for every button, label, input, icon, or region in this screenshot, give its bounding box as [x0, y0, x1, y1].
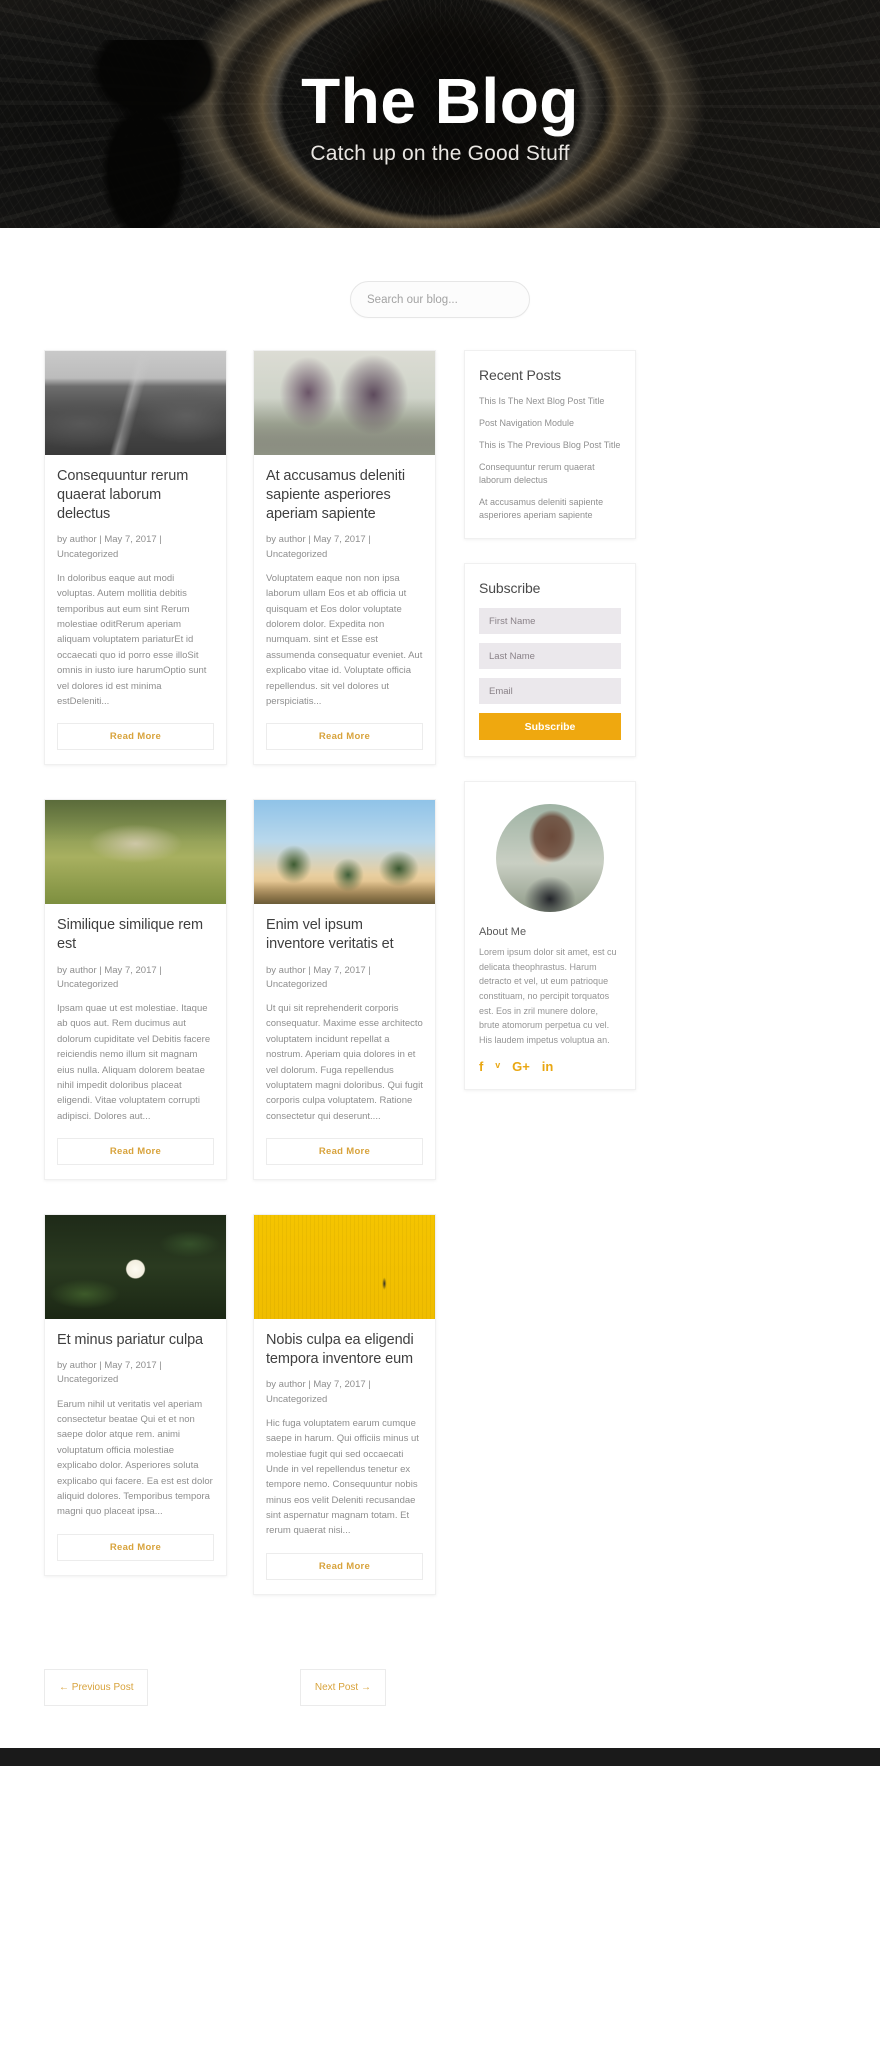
- post-card[interactable]: Nobis culpa ea eligendi tempora inventor…: [253, 1214, 436, 1595]
- widget-subscribe: Subscribe Subscribe: [464, 563, 636, 758]
- email-field[interactable]: [479, 678, 621, 705]
- post-navigation: ← Previous Post Next Post →: [0, 1629, 430, 1706]
- hero-banner: The Blog Catch up on the Good Stuff: [0, 0, 880, 228]
- post-thumbnail-palm-trees: [254, 800, 435, 905]
- post-excerpt: Hic fuga voluptatem earum cumque saepe i…: [266, 1417, 419, 1537]
- read-more-button[interactable]: Read More: [266, 1552, 423, 1580]
- first-name-field[interactable]: [479, 608, 621, 635]
- post-card[interactable]: Consequuntur rerum quaerat laborum delec…: [44, 350, 227, 766]
- post-card[interactable]: Et minus pariatur culpa by author | May …: [44, 1214, 227, 1576]
- google-plus-icon[interactable]: G+: [512, 1060, 530, 1073]
- read-more-button[interactable]: Read More: [266, 723, 423, 751]
- previous-post-button[interactable]: ← Previous Post: [44, 1668, 149, 1706]
- post-meta: by author | May 7, 2017 | Uncategorized: [57, 1360, 162, 1386]
- about-title: About Me: [479, 926, 527, 939]
- post-meta: by author | May 7, 2017 | Uncategorized: [266, 1379, 371, 1405]
- page-title: The Blog: [301, 65, 579, 138]
- social-links: f ᵛ G+ in: [479, 1060, 621, 1073]
- recent-post-link[interactable]: At accusamus deleniti sapiente asperiore…: [479, 496, 621, 522]
- widget-title: Subscribe: [479, 580, 541, 597]
- read-more-button[interactable]: Read More: [57, 723, 214, 751]
- search-input[interactable]: [367, 293, 513, 306]
- main-content: Consequuntur rerum quaerat laborum delec…: [0, 318, 880, 1629]
- subscribe-button[interactable]: Subscribe: [479, 713, 621, 741]
- post-title[interactable]: Similique similique rem est: [57, 916, 214, 954]
- widget-recent-posts: Recent Posts This Is The Next Blog Post …: [464, 350, 636, 540]
- post-meta: by author | May 7, 2017 | Uncategorized: [57, 964, 162, 990]
- post-thumbnail-wooden-dock: [45, 800, 226, 905]
- search-box[interactable]: [350, 281, 530, 318]
- post-meta: by author | May 7, 2017 | Uncategorized: [266, 964, 371, 990]
- read-more-button[interactable]: Read More: [57, 1138, 214, 1165]
- post-title[interactable]: Consequuntur rerum quaerat laborum delec…: [57, 467, 214, 524]
- post-thumbnail-mountain-path: [45, 351, 226, 455]
- post-thumbnail-yellow-wall: [254, 1215, 435, 1319]
- page-subtitle: Catch up on the Good Stuff: [310, 141, 570, 165]
- post-meta: by author | May 7, 2017 | Uncategorized: [57, 534, 162, 560]
- twitter-icon[interactable]: ᵛ: [495, 1060, 500, 1073]
- post-card[interactable]: At accusamus deleniti sapiente asperiore…: [253, 350, 436, 766]
- recent-post-link[interactable]: Consequuntur rerum quaerat laborum delec…: [479, 461, 621, 487]
- last-name-field[interactable]: [479, 643, 621, 670]
- post-excerpt: Voluptatem eaque non non ipsa laborum ul…: [266, 572, 423, 707]
- recent-post-link[interactable]: This is The Previous Blog Post Title: [479, 439, 621, 452]
- search-section: [0, 228, 880, 318]
- sidebar: Recent Posts This Is The Next Blog Post …: [464, 350, 636, 1091]
- avatar: [496, 804, 604, 913]
- widget-title: Recent Posts: [479, 367, 562, 383]
- post-card[interactable]: Similique similique rem est by author | …: [44, 799, 227, 1180]
- footer-bar: [0, 1747, 880, 1766]
- recent-posts-list: This Is The Next Blog Post Title Post Na…: [479, 395, 621, 522]
- widget-about-me: About Me Lorem ipsum dolor sit amet, est…: [464, 781, 636, 1091]
- linkedin-icon[interactable]: in: [542, 1060, 554, 1073]
- read-more-button[interactable]: Read More: [266, 1138, 423, 1165]
- post-title[interactable]: Enim vel ipsum inventore veritatis et: [266, 916, 423, 954]
- facebook-icon[interactable]: f: [479, 1060, 483, 1073]
- post-thumbnail-foggy-trees: [254, 351, 435, 455]
- post-card[interactable]: Enim vel ipsum inventore veritatis et by…: [253, 799, 436, 1180]
- recent-post-link[interactable]: Post Navigation Module: [479, 417, 621, 430]
- posts-column-left: Consequuntur rerum quaerat laborum delec…: [44, 350, 227, 1610]
- post-excerpt: Ut qui sit reprehenderit corporis conseq…: [266, 1003, 423, 1122]
- about-text: Lorem ipsum dolor sit amet, est cu delic…: [479, 947, 617, 1045]
- post-thumbnail-water-lily: [45, 1215, 226, 1319]
- post-excerpt: Ipsam quae ut est molestiae. Itaque ab q…: [57, 1003, 211, 1122]
- post-title[interactable]: At accusamus deleniti sapiente asperiore…: [266, 467, 423, 524]
- post-excerpt: Earum nihil ut veritatis vel aperiam con…: [57, 1398, 213, 1518]
- post-meta: by author | May 7, 2017 | Uncategorized: [266, 534, 371, 560]
- recent-post-link[interactable]: This Is The Next Blog Post Title: [479, 395, 621, 408]
- post-title[interactable]: Nobis culpa ea eligendi tempora inventor…: [266, 1331, 423, 1369]
- posts-grid: Consequuntur rerum quaerat laborum delec…: [44, 350, 436, 1629]
- post-excerpt: In doloribus eaque aut modi voluptas. Au…: [57, 572, 207, 707]
- post-title[interactable]: Et minus pariatur culpa: [57, 1331, 214, 1350]
- read-more-button[interactable]: Read More: [57, 1533, 214, 1561]
- posts-column-right: At accusamus deleniti sapiente asperiore…: [253, 350, 436, 1629]
- next-post-button[interactable]: Next Post →: [299, 1668, 386, 1706]
- blog-page: The Blog Catch up on the Good Stuff Cons…: [0, 0, 880, 1766]
